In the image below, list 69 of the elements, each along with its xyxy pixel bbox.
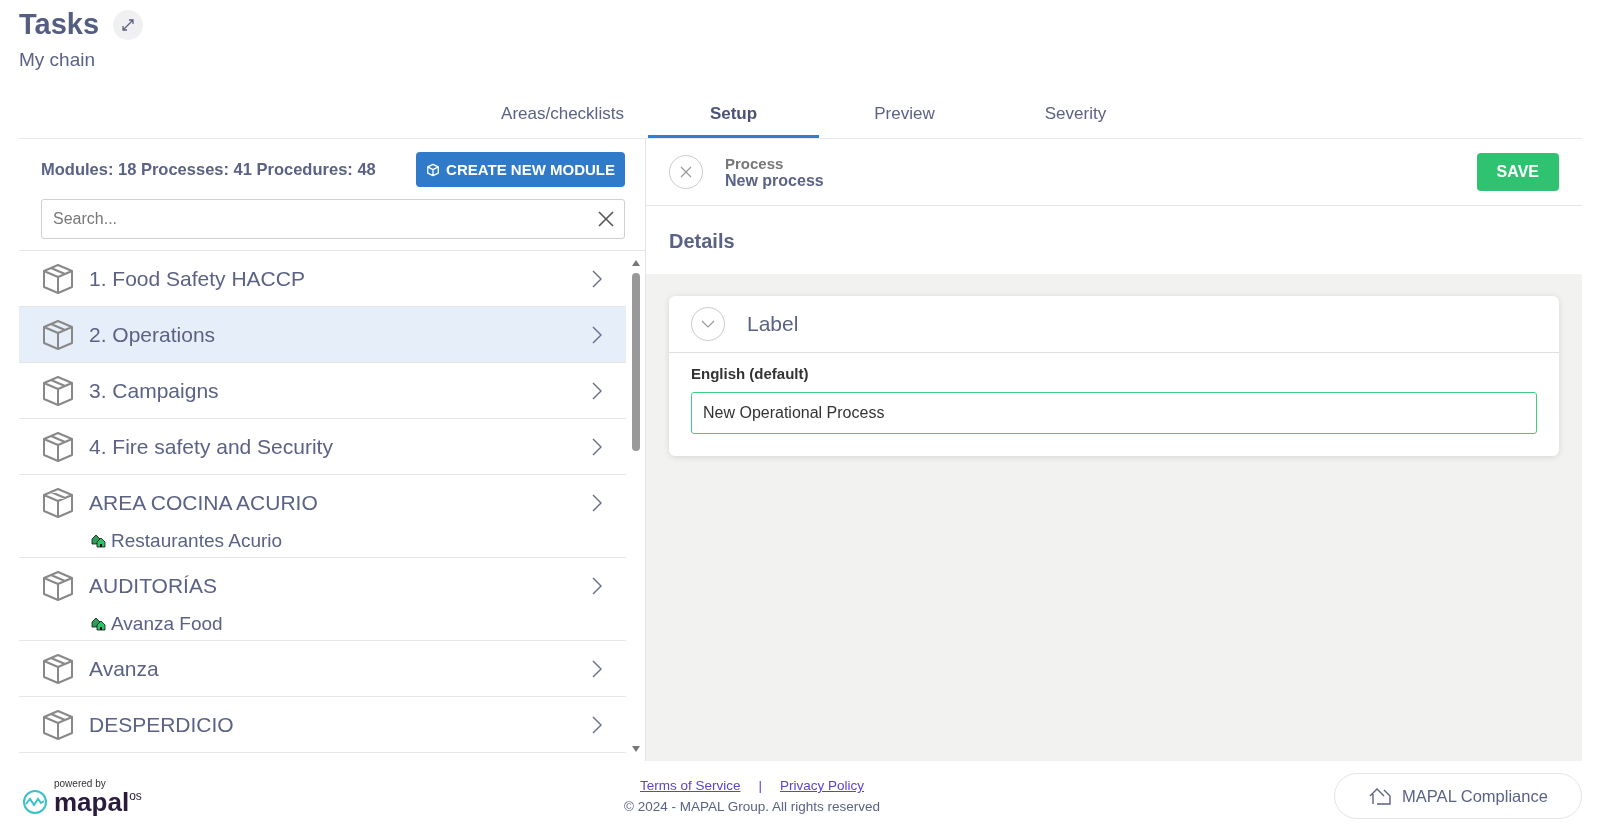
box-icon xyxy=(41,651,75,686)
chevron-right-icon xyxy=(592,381,602,400)
scroll-thumb[interactable] xyxy=(632,273,640,451)
chevron-right-icon xyxy=(592,269,602,288)
terms-link[interactable]: Terms of Service xyxy=(639,778,741,793)
module-name: 3. Campaigns xyxy=(89,378,220,403)
location-name: Avanza Food xyxy=(111,612,223,635)
app-switch-button[interactable]: MAPAL Compliance xyxy=(1334,773,1582,819)
location-name: Restaurantes Acurio xyxy=(111,529,283,552)
create-module-button[interactable]: CREATE NEW MODULE xyxy=(416,152,625,187)
module-item[interactable]: AREA COCINA ACURIO Restaurantes Acurio xyxy=(19,475,626,558)
module-name: AUDITORÍAS xyxy=(89,573,218,598)
box-icon xyxy=(41,429,75,464)
copyright-text: © 2024 - MAPAL Group. All rights reserved xyxy=(623,799,881,814)
wave-logo-icon xyxy=(22,788,48,815)
module-name: AREA COCINA ACURIO xyxy=(89,490,319,515)
module-item[interactable]: 2. Operations xyxy=(19,307,626,363)
module-name: Avanza xyxy=(89,656,160,681)
module-item[interactable]: 3. Campaigns xyxy=(19,363,626,419)
box-icon xyxy=(41,568,75,603)
houses-icon xyxy=(1368,786,1393,806)
module-item[interactable]: 4. Fire safety and Security xyxy=(19,419,626,475)
module-name: 4. Fire safety and Security xyxy=(89,434,334,459)
scroll-down-icon[interactable] xyxy=(631,745,641,753)
logo-suffix: os xyxy=(129,788,142,803)
close-icon xyxy=(679,165,693,179)
chevron-down-icon xyxy=(701,320,715,328)
chevron-right-icon xyxy=(592,493,602,512)
module-name: 1. Food Safety HACCP xyxy=(89,266,306,291)
tab[interactable]: Preview xyxy=(819,92,990,138)
buildings-icon xyxy=(91,533,106,548)
module-item[interactable]: AUDITORÍAS Avanza Food xyxy=(19,558,626,641)
chevron-right-icon xyxy=(592,437,602,456)
page-title: Tasks xyxy=(19,8,100,41)
buildings-icon xyxy=(91,616,106,631)
box-icon xyxy=(41,317,75,352)
tab[interactable]: Severity xyxy=(990,92,1161,138)
label-input[interactable]: New Operational Process xyxy=(691,392,1537,434)
box-icon xyxy=(426,162,441,177)
tab[interactable]: Setup xyxy=(648,92,819,138)
field-label: English (default) xyxy=(691,365,810,382)
card-title: Label xyxy=(747,312,799,336)
module-name: DESPERDICIO xyxy=(89,712,235,737)
logo-text: mapal xyxy=(54,788,130,815)
item-type: Process xyxy=(725,154,785,172)
counts-text: Modules: 18 Processes: 41 Procedures: 48 xyxy=(41,160,376,179)
box-icon xyxy=(41,373,75,408)
privacy-link[interactable]: Privacy Policy xyxy=(780,778,865,793)
item-name: New process xyxy=(725,171,825,190)
expand-button[interactable] xyxy=(113,9,144,40)
page-subtitle: My chain xyxy=(19,49,97,71)
module-name: 2. Operations xyxy=(89,322,217,347)
box-icon xyxy=(41,485,75,520)
clear-icon[interactable] xyxy=(597,210,615,228)
box-icon xyxy=(41,707,75,742)
chevron-right-icon xyxy=(592,715,602,734)
separator-text: | xyxy=(758,778,762,793)
tab[interactable]: Areas/checklists xyxy=(477,92,648,138)
box-icon xyxy=(41,261,75,296)
expand-icon xyxy=(121,17,136,32)
chevron-right-icon xyxy=(592,325,602,344)
module-item[interactable]: Avanza xyxy=(19,641,626,697)
section-title: Details xyxy=(668,229,736,254)
module-item[interactable]: DESPERDICIO xyxy=(19,697,626,753)
scroll-up-icon[interactable] xyxy=(631,259,641,267)
chevron-right-icon xyxy=(592,576,602,595)
chevron-right-icon xyxy=(592,659,602,678)
search-field[interactable]: Search... xyxy=(41,199,625,239)
powered-by-text: powered by xyxy=(54,777,107,789)
